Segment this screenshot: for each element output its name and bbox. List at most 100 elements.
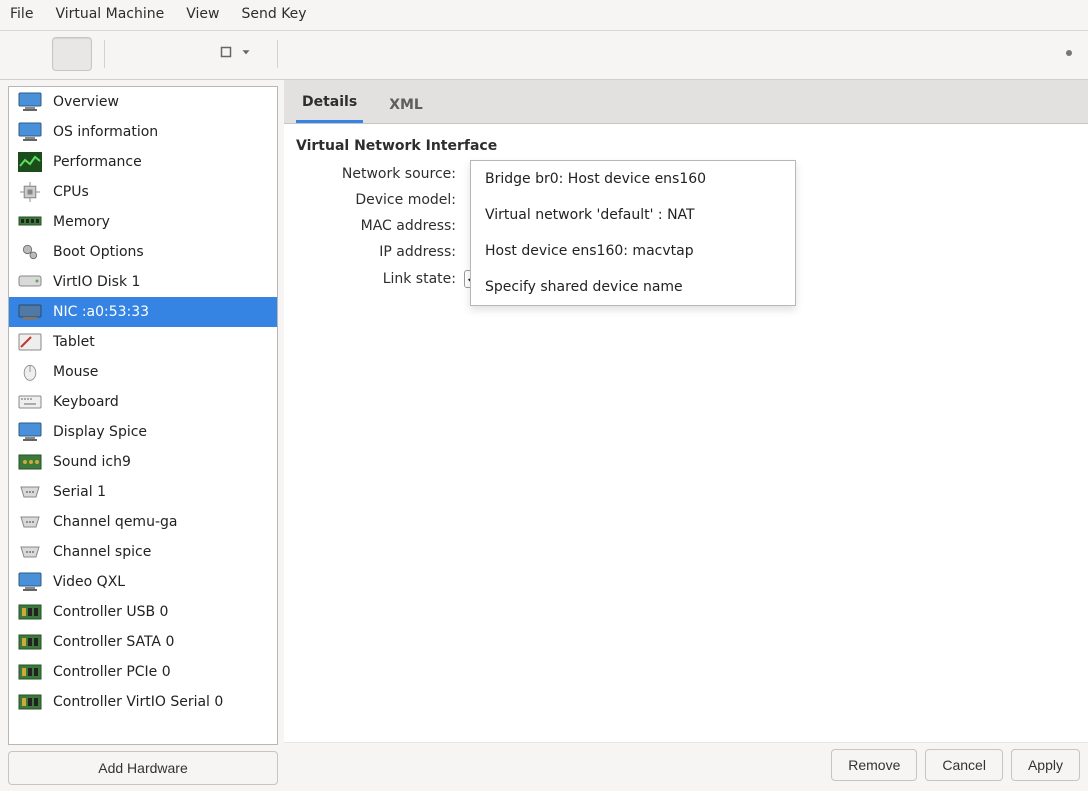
disk-icon <box>17 271 43 293</box>
hw-item-nic-a0-53-33[interactable]: NIC :a0:53:33 <box>9 297 277 327</box>
hw-item-label: Controller SATA 0 <box>53 634 174 650</box>
content-pane: Details XML Virtual Network Interface Ne… <box>284 80 1088 791</box>
cpu-chip-icon <box>17 181 43 203</box>
hw-item-cpus[interactable]: CPUs <box>9 177 277 207</box>
serial-port-icon <box>17 481 43 503</box>
hw-item-controller-virtio-serial-0[interactable]: Controller VirtIO Serial 0 <box>9 687 277 717</box>
hw-item-tablet[interactable]: Tablet <box>9 327 277 357</box>
details-tabs: Details XML <box>284 80 1088 124</box>
hw-item-label: NIC :a0:53:33 <box>53 304 149 320</box>
network-source-option[interactable]: Host device ens160: macvtap <box>471 233 795 269</box>
hw-item-label: Display Spice <box>53 424 147 440</box>
mouse-icon <box>17 361 43 383</box>
network-source-dropdown[interactable]: Bridge br0: Host device ens160 Virtual n… <box>470 160 796 306</box>
hw-item-overview[interactable]: Overview <box>9 87 277 117</box>
apply-button[interactable]: Apply <box>1011 749 1080 781</box>
hw-item-keyboard[interactable]: Keyboard <box>9 387 277 417</box>
hw-item-channel-spice[interactable]: Channel spice <box>9 537 277 567</box>
label-mac-address: MAC address: <box>294 218 464 234</box>
monitor-blue-icon <box>17 91 43 113</box>
hw-item-label: Keyboard <box>53 394 119 410</box>
toolbar <box>0 31 1088 80</box>
hw-item-label: Memory <box>53 214 110 230</box>
hw-item-mouse[interactable]: Mouse <box>9 357 277 387</box>
hw-item-controller-usb-0[interactable]: Controller USB 0 <box>9 597 277 627</box>
hw-item-label: CPUs <box>53 184 89 200</box>
toolbar-edge-button[interactable] <box>1058 43 1080 65</box>
network-source-option[interactable]: Bridge br0: Host device ens160 <box>471 161 795 197</box>
menu-file[interactable]: File <box>10 6 33 22</box>
controller-icon <box>17 661 43 683</box>
hw-item-label: Mouse <box>53 364 98 380</box>
hw-item-controller-pcie-0[interactable]: Controller PCIe 0 <box>9 657 277 687</box>
menu-send-key[interactable]: Send Key <box>241 6 306 22</box>
hw-item-label: Channel qemu-ga <box>53 514 177 530</box>
hw-item-label: Boot Options <box>53 244 144 260</box>
hw-item-label: Controller VirtIO Serial 0 <box>53 694 223 710</box>
hardware-list[interactable]: Overview OS information Performance CPUs Mem… <box>8 86 278 745</box>
controller-icon <box>17 601 43 623</box>
label-network-source: Network source: <box>294 166 464 182</box>
details-panel: Virtual Network Interface Network source… <box>284 124 1088 742</box>
hw-item-label: Video QXL <box>53 574 125 590</box>
sound-card-icon <box>17 451 43 473</box>
toolbar-shutdown-button[interactable] <box>205 37 265 71</box>
toolbar-separator <box>277 40 278 68</box>
hw-item-label: Channel spice <box>53 544 151 560</box>
dot-icon <box>1064 46 1074 62</box>
hw-item-label: Controller USB 0 <box>53 604 168 620</box>
label-ip-address: IP address: <box>294 244 464 260</box>
hw-item-label: Overview <box>53 94 119 110</box>
monitor-blue-icon <box>17 421 43 443</box>
hw-item-display-spice[interactable]: Display Spice <box>9 417 277 447</box>
hw-item-memory[interactable]: Memory <box>9 207 277 237</box>
hw-item-label: Tablet <box>53 334 95 350</box>
hw-item-label: Sound ich9 <box>53 454 131 470</box>
hw-item-label: Performance <box>53 154 142 170</box>
label-link-state: Link state: <box>294 271 464 287</box>
hw-item-channel-qemu-ga[interactable]: Channel qemu-ga <box>9 507 277 537</box>
hw-item-video-qxl[interactable]: Video QXL <box>9 567 277 597</box>
hw-item-serial-1[interactable]: Serial 1 <box>9 477 277 507</box>
gears-icon <box>17 241 43 263</box>
toolbar-separator <box>104 40 105 68</box>
toolbar-fullscreen-button[interactable] <box>290 37 330 71</box>
hw-item-virtio-disk-1[interactable]: VirtIO Disk 1 <box>9 267 277 297</box>
menu-view[interactable]: View <box>186 6 219 22</box>
ram-chip-icon <box>17 211 43 233</box>
hw-item-label: OS information <box>53 124 158 140</box>
toolbar-details-button[interactable] <box>52 37 92 71</box>
chevron-down-icon <box>239 45 253 63</box>
tablet-icon <box>17 331 43 353</box>
tab-xml[interactable]: XML <box>383 89 429 123</box>
hw-item-performance[interactable]: Performance <box>9 147 277 177</box>
remove-button[interactable]: Remove <box>831 749 917 781</box>
hw-item-controller-sata-0[interactable]: Controller SATA 0 <box>9 627 277 657</box>
hw-item-label: Controller PCIe 0 <box>53 664 171 680</box>
menubar: File Virtual Machine View Send Key <box>0 0 1088 31</box>
label-device-model: Device model: <box>294 192 464 208</box>
cancel-button[interactable]: Cancel <box>925 749 1003 781</box>
network-source-option[interactable]: Specify shared device name <box>471 269 795 305</box>
toolbar-console-button[interactable] <box>8 37 48 71</box>
monitor-blue-icon <box>17 571 43 593</box>
hw-item-boot-options[interactable]: Boot Options <box>9 237 277 267</box>
controller-icon <box>17 631 43 653</box>
hw-item-label: Serial 1 <box>53 484 106 500</box>
hardware-sidebar: Overview OS information Performance CPUs Mem… <box>0 80 284 791</box>
hw-item-label: VirtIO Disk 1 <box>53 274 140 290</box>
hw-item-os-information[interactable]: OS information <box>9 117 277 147</box>
add-hardware-button[interactable]: Add Hardware <box>8 751 278 785</box>
controller-icon <box>17 691 43 713</box>
tab-details[interactable]: Details <box>296 86 363 123</box>
menu-virtual-machine[interactable]: Virtual Machine <box>55 6 164 22</box>
hw-item-sound-ich9[interactable]: Sound ich9 <box>9 447 277 477</box>
monitor-blue-icon <box>17 121 43 143</box>
keyboard-icon <box>17 391 43 413</box>
toolbar-run-button[interactable] <box>117 37 157 71</box>
toolbar-pause-button[interactable] <box>161 37 201 71</box>
serial-port-icon <box>17 541 43 563</box>
details-footer: Remove Cancel Apply <box>284 742 1088 791</box>
network-source-option[interactable]: Virtual network 'default' : NAT <box>471 197 795 233</box>
stop-icon <box>217 43 235 65</box>
